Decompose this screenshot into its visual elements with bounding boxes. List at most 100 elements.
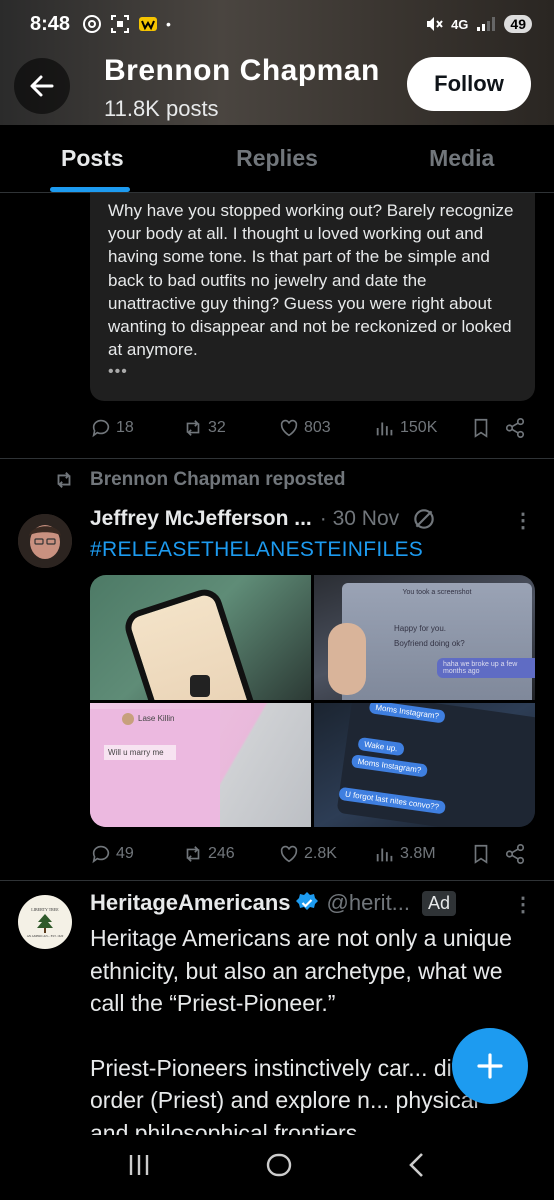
tab-posts[interactable]: Posts: [0, 125, 185, 192]
divider: [0, 880, 554, 881]
tab-replies[interactable]: Replies: [185, 125, 370, 192]
author-name[interactable]: Jeffrey McJefferson ...: [90, 507, 312, 531]
like-button[interactable]: 803: [278, 417, 374, 439]
bookmark-button[interactable]: [470, 417, 504, 439]
network-label: 4G: [451, 16, 469, 32]
compose-button[interactable]: [452, 1028, 528, 1104]
repost-count: 32: [208, 419, 226, 436]
like-icon: [280, 419, 298, 437]
home-icon: [266, 1153, 292, 1177]
tree-icon: [37, 913, 53, 933]
view-count: 3.8M: [400, 845, 436, 862]
media-image-4[interactable]: Moms Instagram? Wake up. Moms Instagram?…: [314, 702, 535, 827]
quoted-text: Why have you stopped working out? Barely…: [108, 201, 514, 360]
recents-icon: [130, 1155, 149, 1175]
media-text: haha we broke up a few months ago: [437, 658, 535, 678]
repost-button[interactable]: 32: [182, 417, 278, 439]
post-header: HeritageAmericans @herit... Ad: [90, 890, 457, 916]
share-button[interactable]: [504, 417, 526, 439]
notification-icons: •: [82, 14, 171, 34]
home-button[interactable]: [264, 1150, 294, 1185]
media-grid[interactable]: You took a screenshot Happy for you. Boy…: [90, 575, 535, 827]
post-header: Jeffrey McJefferson ... · 30 Nov: [90, 506, 437, 532]
like-count: 803: [304, 419, 331, 436]
views-button[interactable]: 3.8M: [374, 843, 470, 865]
repost-icon: [186, 420, 200, 436]
scan-icon: [111, 15, 130, 33]
status-right: 4G 49: [425, 15, 532, 33]
tab-media[interactable]: Media: [369, 125, 554, 192]
share-button[interactable]: [504, 843, 526, 865]
divider: [0, 458, 554, 459]
repost-icon: [57, 472, 71, 488]
status-bar: 8:48 • 4G 49: [0, 0, 554, 48]
back-arrow-icon: [30, 75, 54, 97]
back-button[interactable]: [14, 58, 70, 114]
more-icon[interactable]: ⋮: [513, 892, 533, 917]
like-button[interactable]: 2.8K: [278, 843, 374, 865]
media-text: U forgot last nites convo??: [338, 786, 446, 814]
repost-indicator: Brennon Chapman reposted: [52, 469, 345, 491]
bookmark-button[interactable]: [470, 843, 504, 865]
avatar-photo: [18, 514, 72, 568]
more-indicator: •••: [108, 363, 128, 381]
reply-icon: [92, 419, 110, 438]
share-icon: [505, 844, 525, 864]
author-name[interactable]: HeritageAmericans: [90, 890, 291, 916]
like-icon: [280, 845, 298, 863]
threads-icon: [83, 15, 102, 33]
repost-button[interactable]: 246: [182, 843, 278, 865]
system-nav-bar: [0, 1135, 554, 1200]
media-text: You took a screenshot: [402, 589, 472, 596]
bookmark-icon: [474, 844, 488, 864]
plus-icon: [477, 1053, 503, 1079]
avatar[interactable]: LIBERTY TREE AN AMERICAN... EST. 1620: [18, 895, 72, 949]
media-image-3[interactable]: Lase Killin Will u marry me: [90, 702, 311, 827]
reply-count: 49: [116, 845, 134, 862]
signal-icon: [477, 17, 496, 31]
mute-icon: [427, 17, 443, 31]
post2-actions: 49 246 2.8K 3.8M: [90, 838, 530, 870]
author-handle[interactable]: @herit...: [327, 890, 410, 916]
posts-count: 11.8K posts: [104, 96, 219, 121]
profile-tabs: Posts Replies Media: [0, 125, 554, 193]
avatar-text: AN AMERICAN... EST. 1620: [26, 933, 64, 938]
like-count: 2.8K: [304, 845, 337, 862]
views-icon: [376, 848, 393, 862]
w-app-icon: [139, 17, 158, 31]
recents-button[interactable]: [125, 1152, 153, 1183]
share-icon: [505, 418, 525, 438]
view-count: 150K: [400, 419, 438, 436]
media-image-1[interactable]: [90, 575, 311, 700]
reply-button[interactable]: 49: [90, 843, 182, 865]
muted-icon: [414, 509, 434, 529]
media-text: Will u marry me: [104, 744, 176, 760]
media-text: Moms Instagram?: [350, 753, 429, 778]
post-date: · 30 Nov: [319, 507, 400, 530]
ad-badge: Ad: [422, 890, 457, 916]
more-icon[interactable]: ⋮: [513, 508, 533, 533]
media-text: Happy for you.: [394, 624, 447, 633]
media-text: Lase Killin: [138, 714, 175, 723]
post-hashtag[interactable]: #RELEASETHELANESTEINFILES: [90, 538, 423, 562]
reply-icon: [92, 845, 110, 864]
repost-count: 246: [208, 845, 235, 862]
follow-button[interactable]: Follow: [407, 57, 531, 111]
views-icon: [376, 422, 393, 436]
quoted-text-card[interactable]: Why have you stopped working out? Barely…: [90, 193, 535, 401]
verified-icon: [295, 891, 319, 915]
views-button[interactable]: 150K: [374, 417, 470, 439]
media-text: Moms Instagram?: [368, 702, 446, 724]
ad-text: Heritage Americans are not only a unique…: [90, 922, 520, 1149]
battery-indicator: 49: [504, 15, 532, 33]
status-time: 8:48: [30, 12, 71, 35]
media-text: Boyfriend doing ok?: [394, 639, 465, 648]
media-image-2[interactable]: You took a screenshot Happy for you. Boy…: [314, 575, 535, 700]
avatar[interactable]: [18, 514, 72, 568]
bookmark-icon: [474, 418, 488, 438]
profile-name: Brennon Chapman: [104, 54, 380, 87]
repost-icon: [186, 846, 200, 862]
reply-button[interactable]: 18: [90, 417, 182, 439]
reply-count: 18: [116, 419, 134, 436]
back-nav-button[interactable]: [405, 1151, 429, 1184]
